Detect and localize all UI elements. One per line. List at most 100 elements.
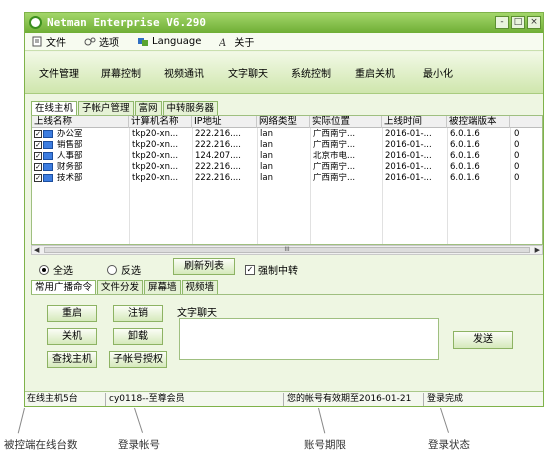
tab-video-wall[interactable]: 视频墙	[181, 280, 219, 294]
callout-online-count: 被控端在线台数	[4, 439, 78, 451]
col-name[interactable]: 上线名称	[32, 116, 129, 128]
find-host-button[interactable]: 查找主机	[47, 351, 97, 368]
shutdown-button[interactable]: 关机	[47, 328, 97, 345]
menu-about[interactable]: A 关于	[219, 34, 254, 49]
col-version[interactable]: 被控端版本	[447, 116, 510, 128]
tab-screen-wall[interactable]: 屏幕墙	[144, 280, 181, 294]
callout-line	[440, 407, 450, 433]
table-row[interactable]: ✓ 财务部 tkp20-xn... 222.216.... lan 广西南宁..…	[32, 162, 542, 173]
radio-checked-icon	[39, 264, 49, 275]
force-relay-label: 强制中转	[258, 266, 298, 277]
horizontal-scrollbar[interactable]: ◀ III ▶	[31, 245, 543, 255]
logout-button[interactable]: 注销	[113, 305, 163, 322]
force-relay-checkbox[interactable]: ✓ 强制中转	[245, 262, 298, 277]
menu-options[interactable]: 选项	[84, 34, 119, 49]
row-checkbox[interactable]: ✓	[34, 141, 42, 149]
about-icon: A	[219, 38, 226, 47]
host-tabs: 在线主机 子帐户管理 富网 中转服务器	[31, 101, 219, 115]
callout-login-status: 登录状态	[428, 439, 470, 451]
computer-icon	[43, 152, 53, 160]
title-bar[interactable]: Netman Enterprise V6.290 - □ ×	[25, 13, 543, 33]
row-version: 6.0.1.6	[450, 162, 480, 172]
command-tabs: 常用广播命令 文件分发 屏幕墙 视频墙	[31, 280, 219, 294]
uninstall-button[interactable]: 卸载	[113, 328, 163, 345]
menu-options-label: 选项	[99, 38, 119, 49]
status-expiry: 您的帐号有效期至2016-01-21	[287, 394, 412, 404]
col-time[interactable]: 上线时间	[382, 116, 447, 128]
table-header: 上线名称 计算机名称 IP地址 网络类型 实际位置 上线时间 被控端版本	[32, 116, 542, 128]
file-icon	[32, 36, 42, 47]
row-computer: tkp20-xn...	[132, 129, 179, 139]
scroll-thumb[interactable]: III	[44, 247, 530, 253]
file-manage-button[interactable]: 文件管理	[39, 65, 79, 80]
tab-online-hosts[interactable]: 在线主机	[31, 101, 78, 115]
row-time: 2016-01-...	[385, 162, 432, 172]
system-control-button[interactable]: 系统控制	[291, 65, 331, 80]
scroll-left-icon[interactable]: ◀	[34, 246, 39, 254]
scroll-right-icon[interactable]: ▶	[535, 246, 540, 254]
menu-file[interactable]: 文件	[31, 34, 66, 49]
col-net[interactable]: 网络类型	[257, 116, 310, 128]
computer-icon	[43, 163, 53, 171]
status-online-count: 在线主机5台	[27, 394, 78, 404]
chat-input[interactable]	[179, 318, 439, 360]
callout-line	[134, 407, 144, 433]
minimize-tool-button[interactable]: 最小化	[423, 65, 453, 80]
callout-account: 登录帐号	[118, 439, 160, 451]
close-button[interactable]: ×	[527, 16, 541, 29]
row-location: 广西南宁...	[313, 140, 356, 150]
row-time: 2016-01-...	[385, 173, 432, 183]
row-net: lan	[260, 129, 273, 139]
select-all-radio[interactable]: 全选	[39, 262, 73, 277]
row-time: 2016-01-...	[385, 129, 432, 139]
tab-relay-server[interactable]: 中转服务器	[162, 101, 219, 115]
tab-rich-net[interactable]: 富网	[134, 101, 162, 115]
menu-file-label: 文件	[46, 38, 66, 49]
row-net: lan	[260, 173, 273, 183]
maximize-button[interactable]: □	[511, 16, 525, 29]
row-checkbox[interactable]: ✓	[34, 152, 42, 160]
invert-label: 反选	[121, 266, 141, 277]
row-extra: 0	[514, 151, 520, 161]
row-ip: 222.216....	[195, 129, 241, 139]
table-row[interactable]: ✓ 技术部 tkp20-xn... 222.216.... lan 广西南宁..…	[32, 173, 542, 184]
row-checkbox[interactable]: ✓	[34, 130, 42, 138]
invert-radio[interactable]: 反选	[107, 262, 141, 277]
table-row[interactable]: ✓ 销售部 tkp20-xn... 222.216.... lan 广西南宁..…	[32, 140, 542, 151]
col-location[interactable]: 实际位置	[310, 116, 382, 128]
row-checkbox[interactable]: ✓	[34, 174, 42, 182]
row-location: 广西南宁...	[313, 162, 356, 172]
row-extra: 0	[514, 129, 520, 139]
row-net: lan	[260, 140, 273, 150]
window-controls: - □ ×	[495, 16, 541, 29]
row-ip: 222.216....	[195, 140, 241, 150]
tab-broadcast[interactable]: 常用广播命令	[31, 280, 97, 294]
screen-control-button[interactable]: 屏幕控制	[101, 65, 141, 80]
col-ip[interactable]: IP地址	[192, 116, 257, 128]
text-chat-button[interactable]: 文字聊天	[228, 65, 268, 80]
chat-label: 文字聊天	[177, 308, 217, 319]
row-ip: 222.216....	[195, 173, 241, 183]
row-location: 北京市电...	[313, 151, 356, 161]
tab-sub-accounts[interactable]: 子帐户管理	[78, 101, 134, 115]
status-bar: 在线主机5台 cy0118--至尊会员 您的帐号有效期至2016-01-21 登…	[25, 391, 543, 406]
tab-file-distribute[interactable]: 文件分发	[97, 280, 144, 294]
callout-expiry: 账号期限	[304, 439, 346, 451]
col-computer[interactable]: 计算机名称	[129, 116, 192, 128]
table-row[interactable]: ✓ 办公室 tkp20-xn... 222.216.... lan 广西南宁..…	[32, 129, 542, 140]
row-name: 办公室	[57, 129, 83, 139]
menu-language[interactable]: Language	[137, 36, 201, 47]
restart-button[interactable]: 重启	[47, 305, 97, 322]
refresh-list-button[interactable]: 刷新列表	[173, 258, 235, 275]
sub-account-auth-button[interactable]: 子帐号授权	[109, 351, 167, 368]
row-checkbox[interactable]: ✓	[34, 163, 42, 171]
menu-bar: 文件 选项 Language A 关于	[25, 33, 543, 51]
minimize-button[interactable]: -	[495, 16, 509, 29]
reboot-shutdown-button[interactable]: 重启关机	[355, 65, 395, 80]
row-version: 6.0.1.6	[450, 140, 480, 150]
send-button[interactable]: 发送	[453, 331, 513, 349]
col-extra[interactable]	[510, 116, 542, 128]
row-version: 6.0.1.6	[450, 129, 480, 139]
table-row[interactable]: ✓ 人事部 tkp20-xn... 124.207.... lan 北京市电..…	[32, 151, 542, 162]
video-chat-button[interactable]: 视频通讯	[164, 65, 204, 80]
